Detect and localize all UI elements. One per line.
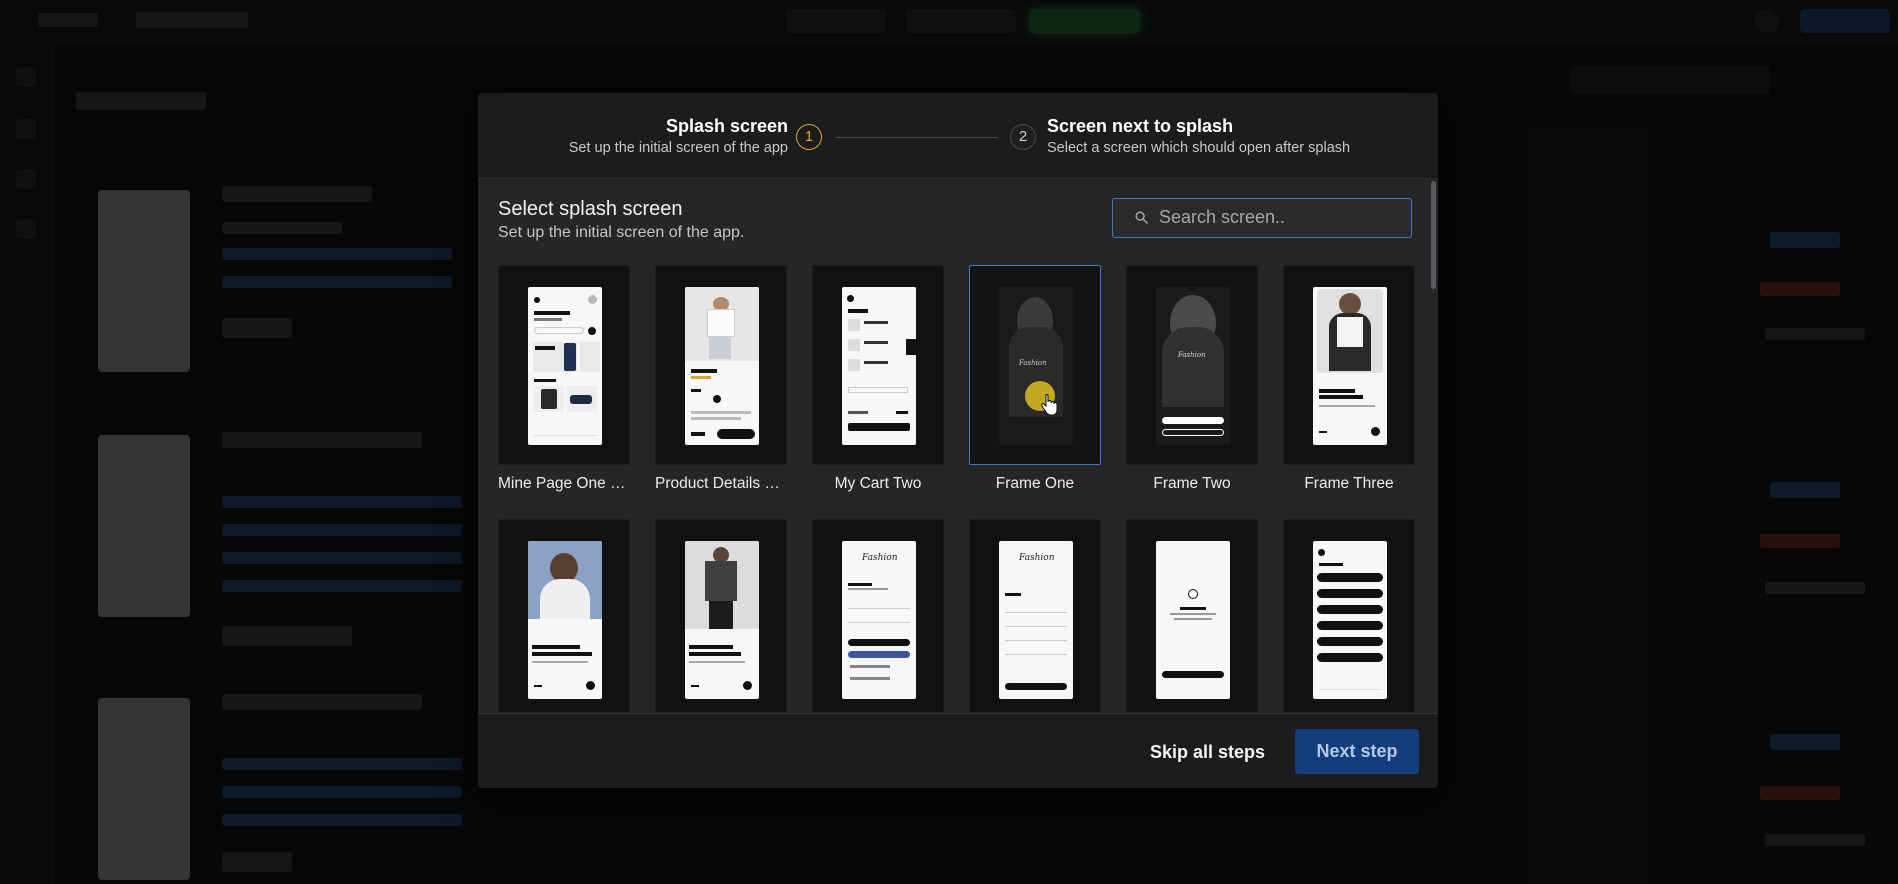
screen-preview <box>1313 287 1387 445</box>
screen-label: Mine Page One - Consistent <box>498 475 630 492</box>
screen-thumbnail: Fashion <box>1126 265 1258 465</box>
screen-card[interactable] <box>1283 519 1415 712</box>
screen-thumbnail <box>1283 265 1415 465</box>
search-input[interactable] <box>1159 199 1399 236</box>
section-subtitle: Set up the initial screen of the app. <box>498 224 745 241</box>
screen-card[interactable]: Fashion <box>969 519 1101 712</box>
screen-label: My Cart Two <box>834 475 922 492</box>
screen-card[interactable]: Frame Three <box>1283 265 1415 493</box>
step-2-subtitle: Select a screen which should open after … <box>1047 140 1351 156</box>
screen-card[interactable]: Mine Page One - Consistent <box>498 265 630 493</box>
screen-thumbnail: Fashion <box>969 265 1101 465</box>
screen-thumbnail <box>1126 519 1258 712</box>
hand-cursor-icon <box>1041 394 1058 416</box>
screen-card[interactable]: Product Details One <box>655 265 787 493</box>
screen-label: Frame Two <box>1153 475 1231 492</box>
screen-card[interactable]: Fashion Frame Two <box>1126 265 1258 493</box>
screen-preview <box>528 287 602 445</box>
search-box[interactable] <box>1112 198 1412 238</box>
screen-thumbnail <box>498 265 630 465</box>
screen-preview <box>528 541 602 699</box>
screen-card[interactable] <box>1126 519 1258 712</box>
step-2-indicator[interactable]: 2 <box>1010 124 1036 150</box>
skip-all-steps-button[interactable]: Skip all steps <box>1138 732 1277 772</box>
screen-thumbnail <box>498 519 630 712</box>
screen-label: Frame One <box>995 475 1075 492</box>
scrollbar-thumb[interactable] <box>1431 181 1436 289</box>
screen-thumbnail <box>655 265 787 465</box>
step-connector <box>836 137 998 138</box>
modal-footer: Skip all steps Next step <box>478 713 1438 788</box>
section-header: Select splash screen Set up the initial … <box>498 197 744 243</box>
step-1-text: Splash screen Set up the initial screen … <box>478 115 788 158</box>
screen-card[interactable] <box>498 519 630 712</box>
step-1-indicator[interactable]: 1 <box>796 124 822 150</box>
screen-preview: Fashion <box>999 287 1073 445</box>
stepper: Splash screen Set up the initial screen … <box>478 93 1438 179</box>
screen-label: Frame Three <box>1304 475 1394 492</box>
screen-card-selected[interactable]: Fashion Frame One <box>969 265 1101 493</box>
screen-thumbnail <box>1283 519 1415 712</box>
section-title: Select splash screen <box>498 198 683 220</box>
step-1-title: Splash screen <box>665 116 788 136</box>
screen-preview <box>842 287 916 445</box>
screen-card[interactable]: Fashion <box>812 519 944 712</box>
splash-setup-modal: Splash screen Set up the initial screen … <box>478 93 1438 788</box>
screen-preview: Fashion <box>842 541 916 699</box>
screen-preview: Fashion <box>999 541 1073 699</box>
screen-preview <box>1156 541 1230 699</box>
step-2-title: Screen next to splash <box>1047 116 1234 136</box>
screen-thumbnail <box>655 519 787 712</box>
screen-label: Product Details One <box>655 475 787 492</box>
step-2-text: Screen next to splash Select a screen wh… <box>1047 115 1427 158</box>
step-1-subtitle: Set up the initial screen of the app <box>568 140 788 156</box>
screen-preview <box>685 541 759 699</box>
screen-thumbnail <box>812 265 944 465</box>
screen-card[interactable]: My Cart Two <box>812 265 944 493</box>
screen-preview: Fashion <box>1156 287 1230 445</box>
screen-preview <box>685 287 759 445</box>
screen-card[interactable] <box>655 519 787 712</box>
next-step-button[interactable]: Next step <box>1295 729 1419 774</box>
screen-thumbnail: Fashion <box>812 519 944 712</box>
screen-preview <box>1313 541 1387 699</box>
search-icon <box>1135 211 1148 224</box>
screen-grid: Mine Page One - Consistent <box>498 265 1418 712</box>
screen-thumbnail: Fashion <box>969 519 1101 712</box>
